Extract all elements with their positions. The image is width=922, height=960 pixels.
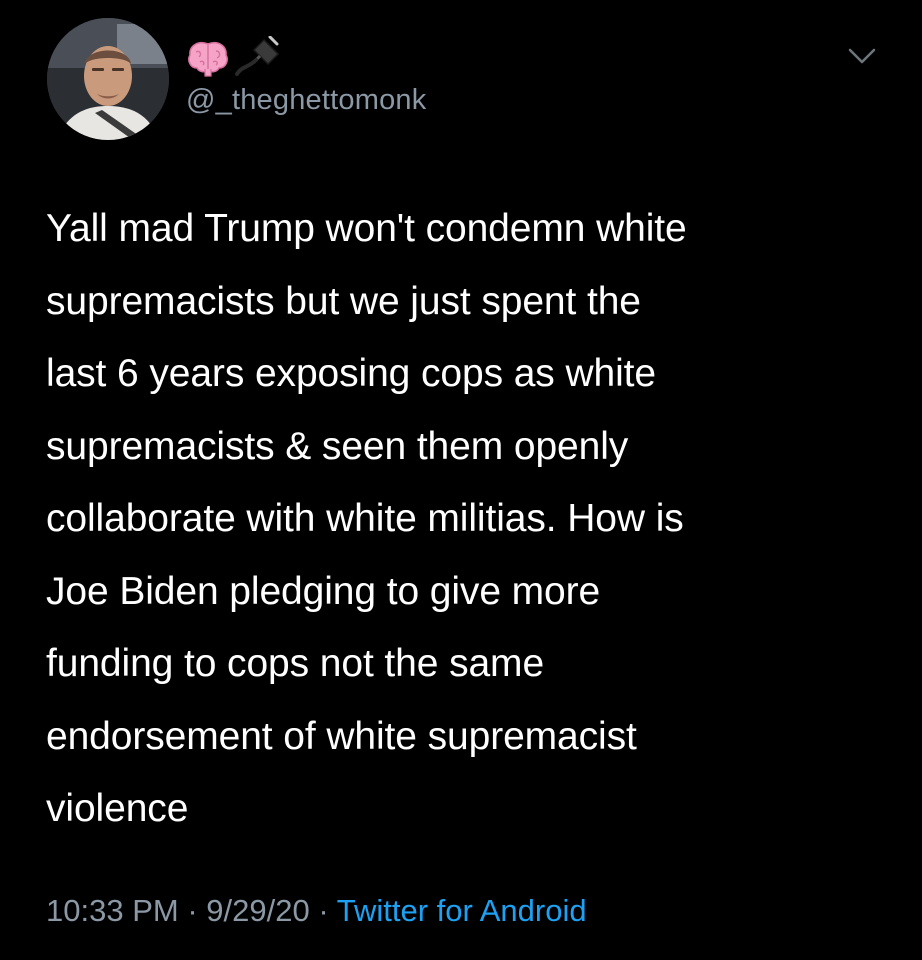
user-handle[interactable]: @_theghettomonk <box>186 84 426 117</box>
tweet-text: Yall mad Trump won't condemn white supre… <box>46 207 687 830</box>
brain-icon <box>188 42 228 77</box>
tweet-container: @_theghettomonk Yall mad Trump won't con… <box>0 0 922 960</box>
chevron-down-icon[interactable] <box>846 44 878 68</box>
tweet-time[interactable]: 10:33 PM <box>46 893 179 928</box>
display-name[interactable] <box>186 36 282 80</box>
meta-separator: · <box>318 893 329 928</box>
tweet-date[interactable]: 9/29/20 <box>206 893 309 928</box>
tweet-source-link[interactable]: Twitter for Android <box>337 893 587 928</box>
electric-plug-icon <box>235 36 280 76</box>
avatar[interactable] <box>47 18 169 140</box>
avatar-photo <box>47 18 169 140</box>
meta-separator: · <box>187 893 198 928</box>
tweet-metadata: 10:33 PM · 9/29/20 · Twitter for Android <box>46 893 587 929</box>
